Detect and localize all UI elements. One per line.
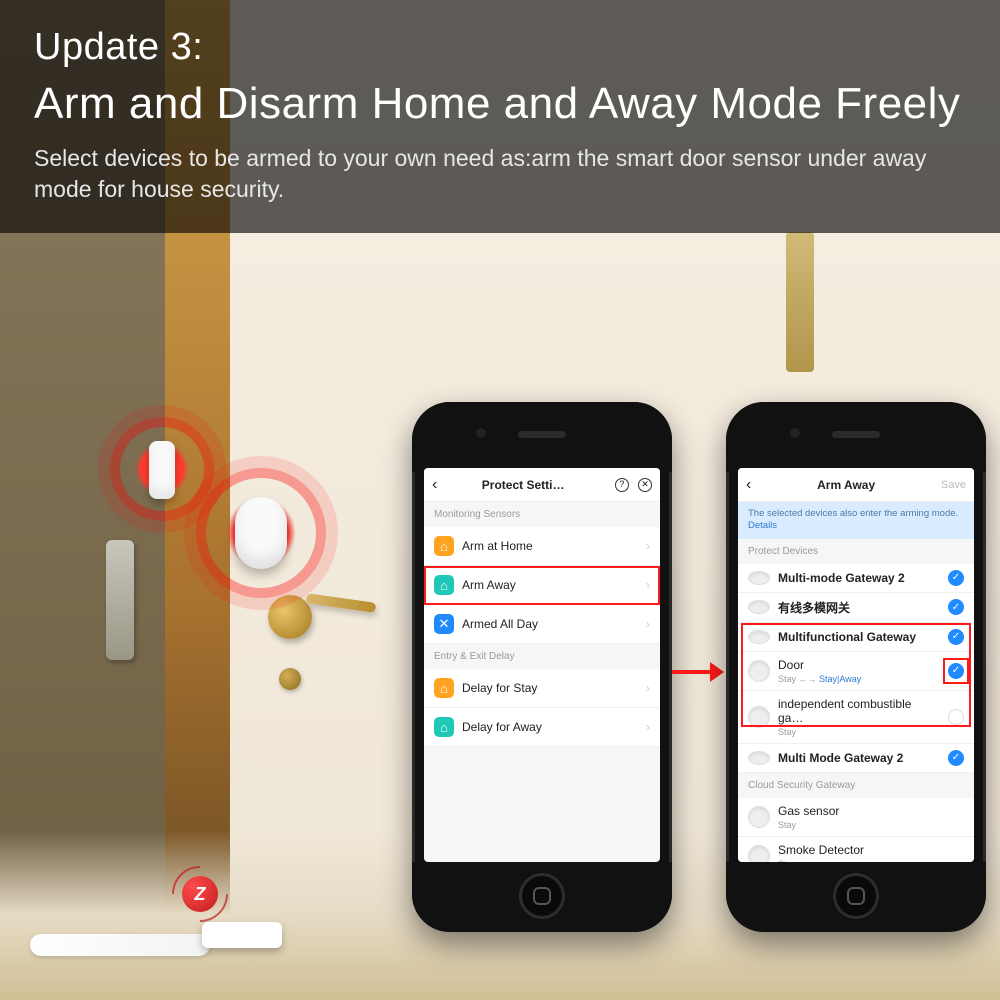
device-icon xyxy=(748,660,770,682)
door-handle xyxy=(268,595,312,639)
phone1-appbar: ‹ Protect Setti… ? ✕ xyxy=(424,468,660,502)
device-icon xyxy=(748,706,770,728)
checkbox-icon[interactable]: ✓ xyxy=(948,599,964,615)
phone-protect-settings: ‹ Protect Setti… ? ✕ Monitoring Sensors … xyxy=(412,402,672,932)
door-lock xyxy=(279,668,301,690)
back-icon[interactable]: ‹ xyxy=(432,476,437,494)
section-monitoring: Monitoring Sensors xyxy=(424,502,660,527)
checkbox-icon[interactable]: ✓ xyxy=(948,709,964,725)
chevron-right-icon: › xyxy=(646,539,650,553)
save-button[interactable]: Save xyxy=(941,479,966,491)
row-delay-away[interactable]: ⌂ Delay for Away › xyxy=(424,708,660,747)
row-gas-sensor[interactable]: Gas sensor Stay xyxy=(738,798,974,837)
door-latch xyxy=(106,540,134,660)
zigbee-icon: Z xyxy=(182,876,218,912)
door-hinge xyxy=(786,232,814,372)
device-icon xyxy=(748,806,770,828)
gateway-icon xyxy=(748,600,770,614)
section-delay: Entry & Exit Delay xyxy=(424,644,660,669)
row-combustible-device[interactable]: independent combustible ga… Stay ✓ xyxy=(738,691,974,744)
device-icon xyxy=(748,845,770,862)
home-icon: ⌂ xyxy=(434,536,454,556)
zigbee-hub xyxy=(202,922,282,948)
phone1-screen: ‹ Protect Setti… ? ✕ Monitoring Sensors … xyxy=(424,468,660,862)
banner-details-link[interactable]: Details xyxy=(748,520,964,532)
header-body: Select devices to be armed to your own n… xyxy=(34,143,954,205)
row-multifunctional-gateway[interactable]: Multifunctional Gateway ✓ xyxy=(738,623,974,652)
gateway-icon xyxy=(748,571,770,585)
arrow-icon xyxy=(672,660,724,684)
allday-icon: ✕ xyxy=(434,614,454,634)
phone1-title: Protect Setti… xyxy=(482,478,565,492)
checkbox-icon[interactable]: ✓ xyxy=(948,750,964,766)
row-smoke-detector[interactable]: Smoke Detector Stay xyxy=(738,837,974,862)
checkbox-icon[interactable]: ✓ xyxy=(948,629,964,645)
checkbox-icon[interactable]: ✓ xyxy=(948,663,964,679)
back-icon[interactable]: ‹ xyxy=(746,476,751,494)
door-sensor-rect xyxy=(149,441,175,499)
row-gateway-after[interactable]: Multi Mode Gateway 2 ✓ xyxy=(738,744,974,773)
gateway-icon xyxy=(748,751,770,765)
row-delay-stay[interactable]: ⌂ Delay for Stay › xyxy=(424,669,660,708)
door-sensor-capsule xyxy=(235,497,287,569)
section-protect-devices: Protect Devices xyxy=(738,539,974,564)
home-button[interactable] xyxy=(519,873,565,919)
row-arm-away[interactable]: ⌂ Arm Away › xyxy=(424,566,660,605)
row-door-device[interactable]: Door Stay ←→ Stay|Away ✓ xyxy=(738,652,974,691)
checkbox-icon[interactable]: ✓ xyxy=(948,570,964,586)
home-button[interactable] xyxy=(833,873,879,919)
home-icon: ⌂ xyxy=(434,678,454,698)
away-icon: ⌂ xyxy=(434,575,454,595)
info-banner: The selected devices also enter the armi… xyxy=(738,502,974,539)
section-cloud: Cloud Security Gateway xyxy=(738,773,974,798)
chevron-right-icon: › xyxy=(646,720,650,734)
phone2-screen: ‹ Arm Away Save The selected devices als… xyxy=(738,468,974,862)
gateway-icon xyxy=(748,630,770,644)
help-icon[interactable]: ? xyxy=(615,478,629,492)
close-icon[interactable]: ✕ xyxy=(638,478,652,492)
away-icon: ⌂ xyxy=(434,717,454,737)
row-armed-all-day[interactable]: ✕ Armed All Day › xyxy=(424,605,660,644)
row-gateway-1[interactable]: Multi-mode Gateway 2 ✓ xyxy=(738,564,974,593)
phone2-title: Arm Away xyxy=(817,478,875,492)
hub-cable xyxy=(30,934,210,956)
chevron-right-icon: › xyxy=(646,681,650,695)
chevron-right-icon: › xyxy=(646,578,650,592)
phone2-appbar: ‹ Arm Away Save xyxy=(738,468,974,502)
door-check-wrap: ✓ xyxy=(948,663,964,679)
appbar-actions: ? ✕ xyxy=(609,478,652,492)
header-overlay: Update 3: Arm and Disarm Home and Away M… xyxy=(0,0,1000,233)
header-kicker: Update 3: xyxy=(34,26,966,69)
chevron-right-icon: › xyxy=(646,617,650,631)
header-title: Arm and Disarm Home and Away Mode Freely xyxy=(34,79,966,129)
row-arm-at-home[interactable]: ⌂ Arm at Home › xyxy=(424,527,660,566)
row-gateway-2[interactable]: 有线多模网关 ✓ xyxy=(738,593,974,623)
phone-arm-away: ‹ Arm Away Save The selected devices als… xyxy=(726,402,986,932)
